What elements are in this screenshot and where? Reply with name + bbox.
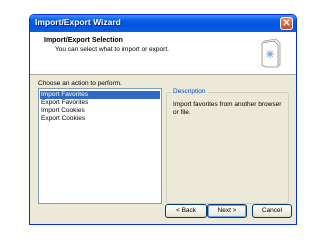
header-subtitle: You can select what to import or export. bbox=[55, 46, 169, 53]
action-listbox[interactable]: Import Favorites Export Favorites Import… bbox=[38, 88, 162, 204]
close-icon: ✕ bbox=[282, 18, 291, 29]
list-item-export-favorites[interactable]: Export Favorites bbox=[40, 99, 160, 107]
description-legend: Description bbox=[171, 88, 208, 95]
header-title: Import/Export Selection bbox=[44, 37, 123, 44]
close-button[interactable]: ✕ bbox=[280, 17, 293, 30]
choose-action-label: Choose an action to perform. bbox=[38, 80, 122, 87]
cancel-button[interactable]: Cancel bbox=[252, 204, 292, 218]
import-export-wizard-window: Import/Export Wizard ✕ Import/Export Sel… bbox=[29, 14, 297, 225]
title-bar[interactable]: Import/Export Wizard ✕ bbox=[30, 15, 296, 32]
list-item-export-cookies[interactable]: Export Cookies bbox=[40, 115, 160, 123]
list-item-import-favorites[interactable]: Import Favorites bbox=[40, 91, 160, 99]
next-button[interactable]: Next > bbox=[207, 204, 247, 218]
list-item-import-cookies[interactable]: Import Cookies bbox=[40, 107, 160, 115]
back-button[interactable]: < Back bbox=[165, 204, 207, 218]
wizard-header: Import/Export Selection You can select w… bbox=[30, 32, 296, 75]
description-group: Description Import favorites from anothe… bbox=[166, 88, 289, 204]
window-title: Import/Export Wizard bbox=[35, 17, 121, 27]
description-text: Import favorites from another browser or… bbox=[173, 101, 282, 116]
wizard-page-icon bbox=[261, 38, 281, 68]
